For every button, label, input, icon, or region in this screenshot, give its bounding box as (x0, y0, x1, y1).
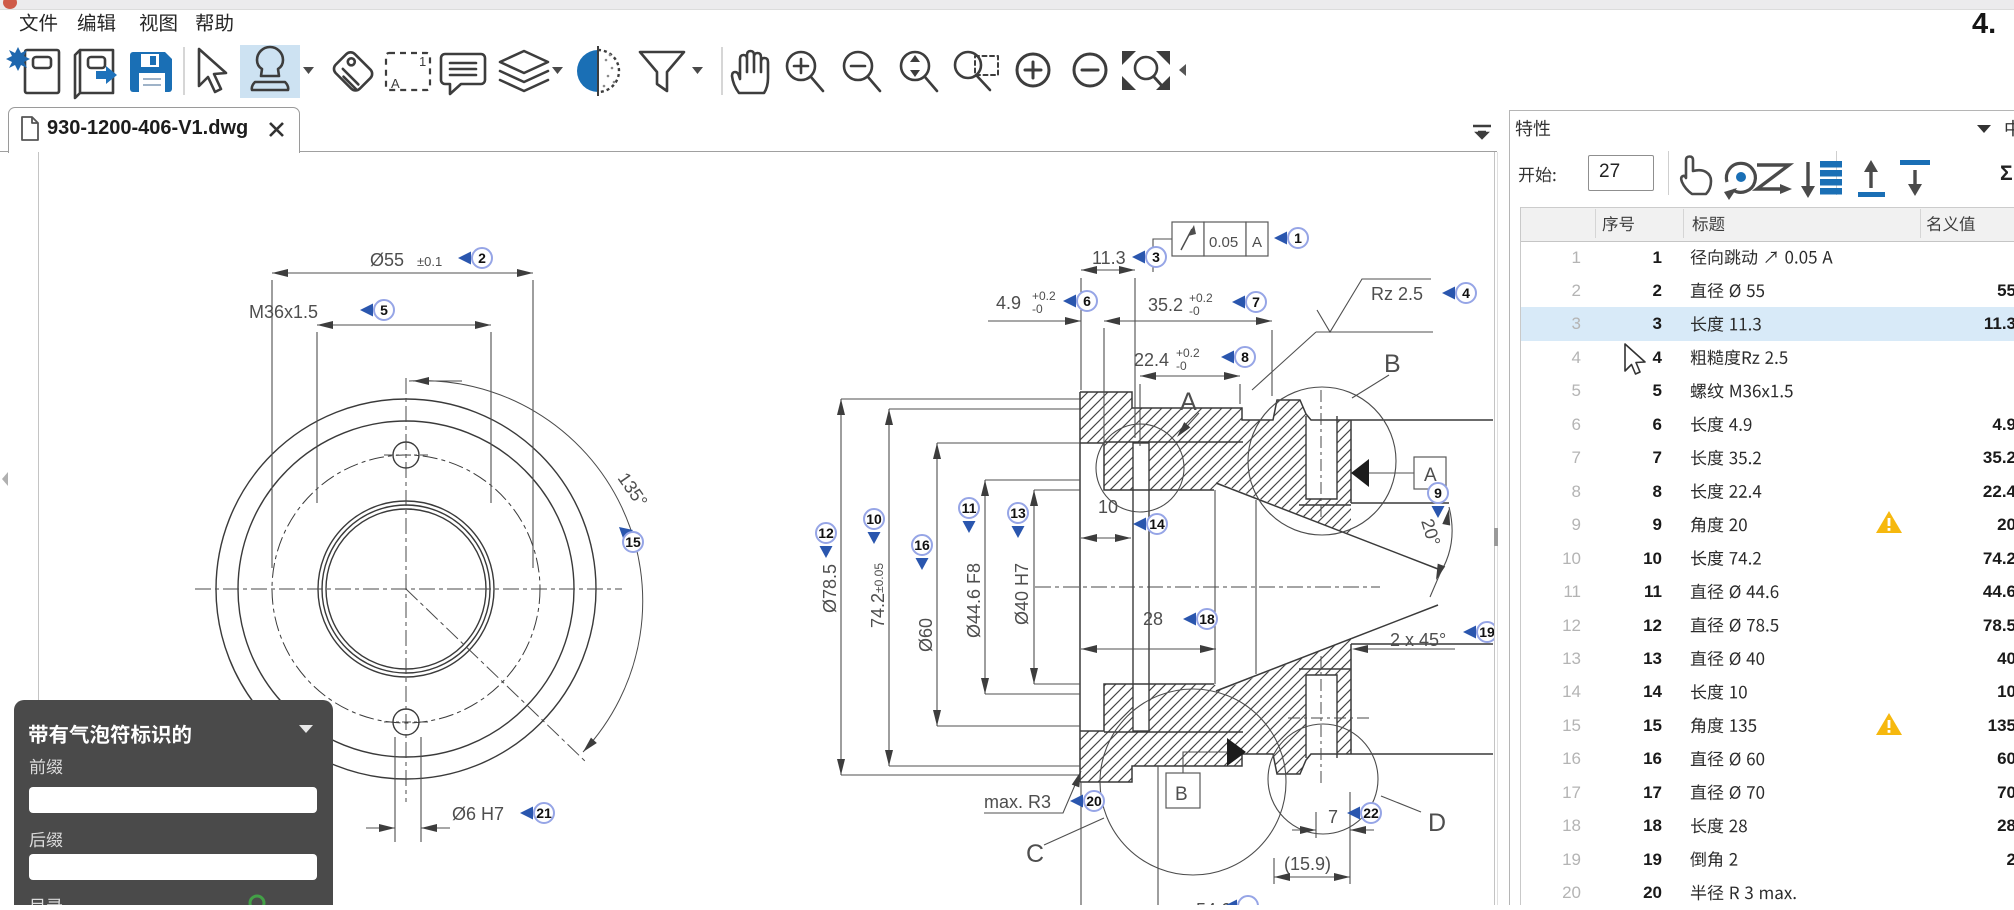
svg-text:B: B (1175, 784, 1188, 805)
svg-text:-0: -0 (1189, 304, 1200, 318)
svg-text:7: 7 (1252, 294, 1260, 310)
svg-text:Ø78.5: Ø78.5 (820, 564, 840, 613)
svg-text:-0: -0 (1176, 359, 1187, 373)
svg-text:10: 10 (866, 511, 882, 527)
svg-text:+0.2: +0.2 (1032, 289, 1056, 303)
svg-text:Ø6 H7: Ø6 H7 (452, 804, 504, 824)
svg-text:35.2: 35.2 (1148, 295, 1183, 315)
svg-text:+0.2: +0.2 (1176, 346, 1200, 360)
svg-text:11: 11 (962, 500, 977, 516)
svg-text:2 x 45°: 2 x 45° (1390, 630, 1446, 650)
svg-text:Rz 2.5: Rz 2.5 (1371, 284, 1423, 304)
svg-text:13: 13 (1010, 505, 1026, 521)
svg-text:20°: 20° (1417, 516, 1444, 548)
svg-text:M36x1.5: M36x1.5 (249, 302, 318, 322)
svg-text:7: 7 (1328, 807, 1338, 827)
svg-text:10: 10 (1098, 497, 1118, 517)
svg-text:11.3: 11.3 (1092, 248, 1126, 268)
svg-text:2: 2 (478, 250, 486, 266)
svg-text:1: 1 (1294, 230, 1302, 246)
svg-text:20: 20 (1086, 793, 1102, 809)
svg-text:0.05: 0.05 (1209, 234, 1238, 251)
svg-text:8: 8 (1241, 349, 1249, 365)
svg-text:28: 28 (1143, 609, 1163, 629)
svg-text:Ø55: Ø55 (370, 250, 404, 270)
svg-text:21: 21 (536, 805, 552, 821)
svg-text:A: A (391, 76, 400, 91)
svg-text:5: 5 (380, 302, 388, 318)
svg-text:22: 22 (1363, 805, 1379, 821)
svg-text:Ø44.6 F8: Ø44.6 F8 (964, 563, 984, 638)
svg-text:Ø60: Ø60 (916, 618, 936, 652)
svg-text:16: 16 (914, 537, 930, 553)
svg-text:(15.9): (15.9) (1284, 854, 1331, 874)
svg-text:9: 9 (1434, 485, 1442, 501)
svg-text:A: A (1252, 234, 1262, 251)
svg-text:74.2±0.05: 74.2±0.05 (868, 563, 888, 628)
svg-text:12: 12 (818, 525, 834, 541)
svg-text:54.6: 54.6 (1196, 900, 1231, 905)
svg-text:18: 18 (1199, 611, 1215, 627)
svg-text:4: 4 (1462, 285, 1470, 301)
svg-text:1: 1 (419, 54, 426, 69)
svg-text:±0.1: ±0.1 (417, 254, 442, 269)
svg-text:14: 14 (1149, 516, 1165, 532)
svg-text:Ø40 H7: Ø40 H7 (1012, 563, 1032, 625)
svg-text:D: D (1428, 809, 1446, 837)
svg-text:max. R3: max. R3 (984, 792, 1051, 812)
svg-text:A: A (1180, 388, 1197, 416)
svg-text:C: C (1026, 840, 1044, 868)
svg-text:15: 15 (625, 534, 641, 550)
svg-text:22.4: 22.4 (1134, 350, 1169, 370)
svg-text:3: 3 (1152, 249, 1160, 265)
svg-text:19: 19 (1479, 624, 1494, 640)
svg-text:4.9: 4.9 (996, 293, 1021, 313)
svg-text:+0.2: +0.2 (1189, 291, 1213, 305)
svg-text:6: 6 (1083, 293, 1091, 309)
svg-text:B: B (1384, 350, 1401, 378)
svg-text:-0: -0 (1032, 302, 1043, 316)
svg-text:135°: 135° (614, 469, 652, 511)
